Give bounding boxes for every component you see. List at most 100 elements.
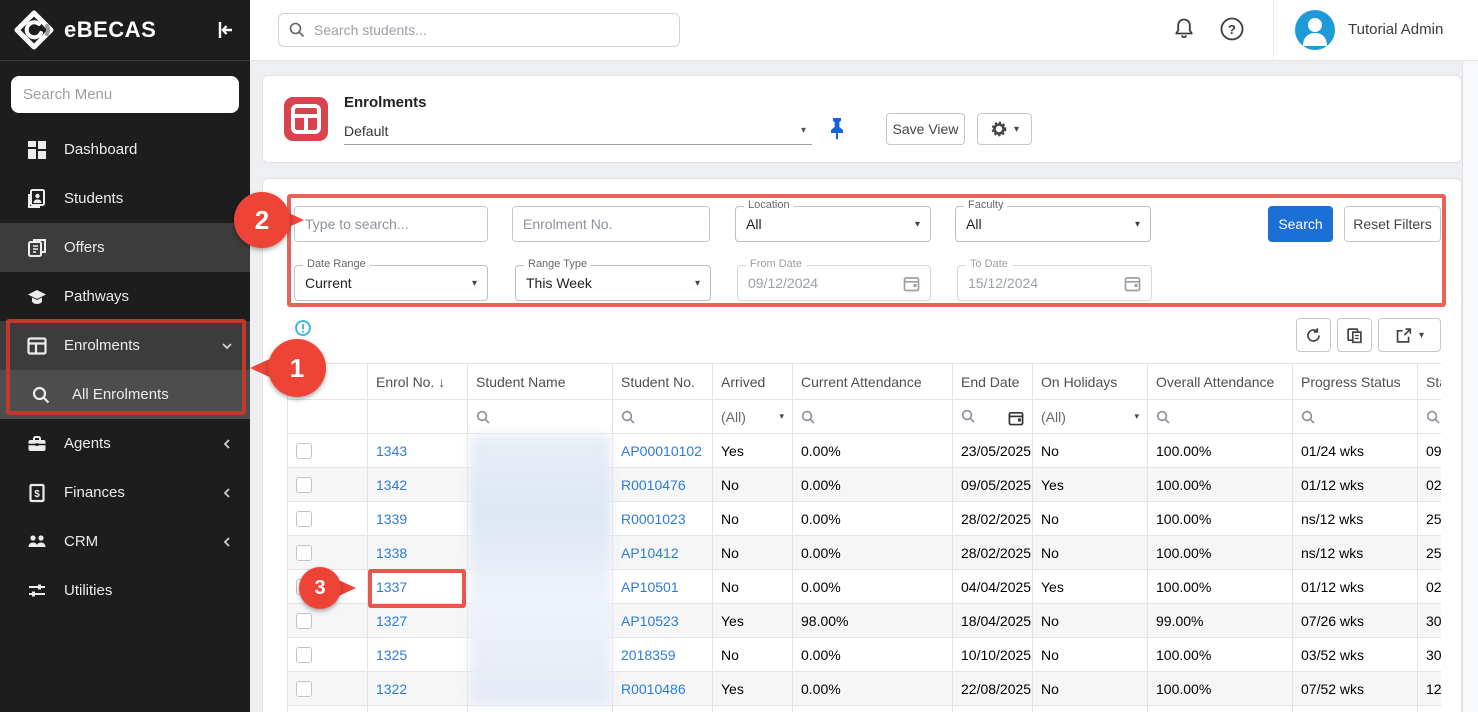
caret-down-icon: ▾ [695, 278, 700, 289]
help-icon[interactable]: ? [1219, 16, 1245, 42]
col-header-on-holidays[interactable]: On Holidays [1033, 364, 1148, 400]
overall-attendance-cell: 100.00% [1148, 434, 1293, 468]
enrol-no-link[interactable]: 1322 [376, 681, 407, 697]
filter-enrolment-no-input[interactable] [512, 206, 710, 242]
student-no-link[interactable]: R0010476 [621, 477, 686, 493]
student-no-link[interactable]: R0001023 [621, 511, 686, 527]
student-no-filter[interactable] [613, 400, 713, 434]
row-checkbox[interactable] [296, 647, 312, 663]
current-attendance-filter[interactable] [793, 400, 953, 434]
filter-location-value: All [746, 216, 762, 232]
student-no-link[interactable]: 2018359 [621, 647, 676, 663]
gear-icon [990, 120, 1008, 138]
arrived-filter[interactable]: (All)▾ [713, 400, 793, 434]
save-view-button[interactable]: Save View [886, 113, 965, 145]
pin-icon[interactable] [827, 117, 847, 141]
export-button[interactable]: ▾ [1378, 318, 1441, 352]
student-no-link[interactable]: AP00010102 [621, 443, 702, 459]
row-checkbox[interactable] [296, 477, 312, 493]
end-date-filter[interactable] [953, 400, 1033, 434]
sidebar-item-pathways[interactable]: Pathways [0, 272, 250, 321]
col-header-current-attendance[interactable]: Current Attendance [793, 364, 953, 400]
sidebar-item-agents[interactable]: Agents [0, 419, 250, 468]
overall-attendance-cell: 100.00% [1148, 672, 1293, 706]
user-avatar[interactable] [1295, 10, 1335, 50]
filter-text-search-input[interactable] [294, 206, 488, 242]
col-header-student-name[interactable]: Student Name [468, 364, 613, 400]
reset-filters-button[interactable]: Reset Filters [1344, 206, 1441, 242]
sidebar-item-utilities[interactable]: Utilities [0, 566, 250, 615]
row-checkbox[interactable] [296, 511, 312, 527]
col-header-progress-status[interactable]: Progress Status [1293, 364, 1418, 400]
enrol-no-link[interactable]: 1338 [376, 545, 407, 561]
col-header-student-no[interactable]: Student No. [613, 364, 713, 400]
sidebar-item-dashboard[interactable]: Dashboard [0, 125, 250, 174]
student-search-input[interactable] [314, 22, 669, 38]
progress-status-filter[interactable] [1293, 400, 1418, 434]
row-checkbox[interactable] [296, 545, 312, 561]
col-header-arrived[interactable]: Arrived [713, 364, 793, 400]
offers-icon [27, 238, 47, 258]
filter-location-select[interactable]: Location All ▾ [735, 206, 931, 242]
col-header-overall-attendance[interactable]: Overall Attendance [1148, 364, 1293, 400]
notifications-bell-icon[interactable] [1171, 16, 1197, 42]
end-date-cell: 22/08/2025 [953, 672, 1033, 706]
sidebar-item-offers[interactable]: Offers [0, 223, 250, 272]
student-no-link[interactable]: AP10523 [621, 613, 679, 629]
sidebar-item-finances[interactable]: $ Finances [0, 468, 250, 517]
calendar-icon [1008, 410, 1024, 426]
on-holidays-cell: Yes [1033, 468, 1148, 502]
progress-status-cell: 03/52 wks [1293, 638, 1418, 672]
info-icon[interactable] [295, 320, 311, 336]
student-no-link[interactable]: AP10501 [621, 579, 679, 595]
copy-button[interactable] [1337, 318, 1372, 352]
end-date-cell: 10/10/2025 [953, 638, 1033, 672]
sidebar-item-label: Agents [64, 435, 220, 452]
student-name-filter[interactable] [468, 400, 613, 434]
start-date-filter[interactable] [1418, 400, 1442, 434]
sidebar-search-input[interactable] [11, 76, 239, 113]
filter-date-range-select[interactable]: Date Range Current ▾ [294, 265, 488, 301]
start-date-cell: 12/ [1418, 672, 1442, 706]
col-header-end-date[interactable]: End Date [953, 364, 1033, 400]
scrollbar-track[interactable] [1462, 61, 1478, 712]
overall-attendance-filter[interactable] [1148, 400, 1293, 434]
start-date-cell: 25/ [1418, 536, 1442, 570]
enrol-no-link[interactable]: 1342 [376, 477, 407, 493]
col-header-enrol-no[interactable]: Enrol No. ↓ [368, 364, 468, 400]
enrol-no-link[interactable]: 1327 [376, 613, 407, 629]
view-settings-button[interactable]: ▾ [977, 113, 1032, 145]
enrolments-grid: Enrol No. ↓ Student Name Student No. Arr… [287, 363, 1441, 712]
student-no-link[interactable]: AP10412 [621, 545, 679, 561]
row-checkbox[interactable] [296, 613, 312, 629]
filter-range-type-select[interactable]: Range Type This Week ▾ [515, 265, 711, 301]
on-holidays-filter[interactable]: (All)▾ [1033, 400, 1148, 434]
sidebar-collapse-icon[interactable] [214, 19, 236, 41]
filter-faculty-select[interactable]: Faculty All ▾ [955, 206, 1151, 242]
enrol-no-link[interactable]: 1339 [376, 511, 407, 527]
filter-faculty-value: All [966, 216, 982, 232]
search-icon [961, 409, 975, 423]
chevron-down-icon [220, 339, 234, 353]
table-row: 1322 R0010486 Yes 0.00% 22/08/2025 No 10… [288, 672, 1442, 706]
copy-icon [1346, 327, 1363, 344]
enrol-no-link[interactable]: 1325 [376, 647, 407, 663]
sidebar-item-crm[interactable]: CRM [0, 517, 250, 566]
current-attendance-cell: 0.00% [793, 638, 953, 672]
view-select[interactable]: Default ▾ [344, 117, 812, 145]
row-checkbox[interactable] [296, 443, 312, 459]
sidebar-item-students[interactable]: Students [0, 174, 250, 223]
sidebar-header: eBECAS [0, 0, 250, 61]
filter-to-date-field[interactable]: To Date 15/12/2024 [957, 265, 1152, 301]
sidebar-item-enrolments[interactable]: Enrolments [0, 321, 250, 370]
enrol-no-link[interactable]: 1343 [376, 443, 407, 459]
sidebar-item-label: Dashboard [64, 141, 234, 158]
student-no-link[interactable]: R0010486 [621, 681, 686, 697]
row-checkbox[interactable] [296, 681, 312, 697]
search-button[interactable]: Search [1268, 206, 1333, 242]
refresh-button[interactable] [1296, 318, 1331, 352]
enrol-no-link[interactable]: 1337 [376, 579, 407, 595]
col-header-start-date[interactable]: Sta [1418, 364, 1442, 400]
filter-from-date-field[interactable]: From Date 09/12/2024 [737, 265, 931, 301]
sidebar-item-all-enrolments[interactable]: All Enrolments [0, 370, 250, 419]
